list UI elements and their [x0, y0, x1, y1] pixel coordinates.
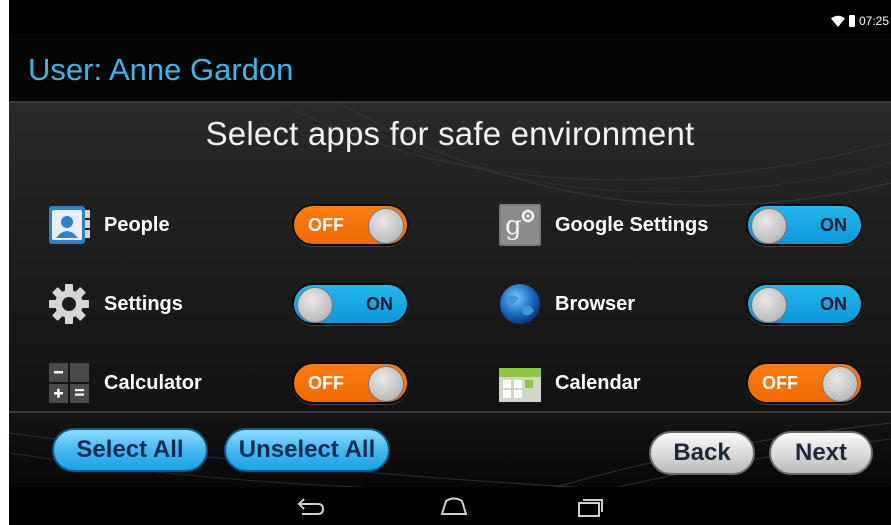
toggle-knob	[751, 287, 787, 323]
toggle-browser[interactable]: ON	[746, 283, 863, 325]
status-indicators: 07:25	[830, 14, 889, 28]
svg-text:g: g	[505, 211, 522, 241]
recents-icon[interactable]	[575, 495, 605, 517]
header: User: Anne Gardon	[9, 34, 891, 103]
toggle-knob	[751, 208, 787, 244]
toggle-settings[interactable]: ON	[292, 283, 409, 325]
toggle-state-label: OFF	[308, 373, 344, 393]
toggle-calendar[interactable]: OFF	[746, 362, 863, 404]
toggle-people[interactable]: OFF	[292, 204, 409, 246]
battery-icon	[848, 15, 855, 27]
toggle-state-label: ON	[366, 294, 393, 314]
panel-title: Select apps for safe environment	[205, 115, 695, 152]
app-label-calendar: Calendar	[555, 371, 641, 394]
app-label-people: People	[104, 213, 170, 236]
app-row-calendar: Calendar	[497, 358, 641, 408]
people-icon	[46, 202, 92, 248]
app-row-settings: Settings	[46, 279, 183, 329]
app-label-calculator: Calculator	[104, 371, 202, 394]
app-label-google-settings: Google Settings	[555, 213, 709, 236]
screen: 07:25 User: Anne Gardon Select apps for …	[9, 10, 891, 525]
toggle-state-label: ON	[820, 215, 847, 235]
action-bar: Select All Unselect All Back Next	[9, 411, 891, 487]
select-all-button[interactable]: Select All	[52, 428, 208, 472]
status-time: 07:25	[858, 14, 889, 28]
app-row-people: People	[46, 200, 170, 250]
app-row-calculator: Calculator	[46, 358, 202, 408]
app-row-browser: Browser	[497, 279, 635, 329]
toggle-knob	[368, 208, 404, 244]
unselect-all-button[interactable]: Unselect All	[224, 428, 390, 472]
toggle-knob	[297, 287, 333, 323]
calendar-icon	[497, 360, 543, 406]
toggle-state-label: ON	[820, 294, 847, 314]
google-settings-icon: g	[497, 202, 543, 248]
next-button[interactable]: Next	[769, 431, 873, 475]
toggle-knob	[368, 366, 404, 402]
back-icon[interactable]	[296, 495, 326, 517]
calculator-icon	[46, 360, 92, 406]
user-title: User: Anne Gardon	[28, 52, 294, 87]
app-selection-panel: Select apps for safe environment People …	[9, 103, 891, 411]
back-button[interactable]: Back	[649, 431, 755, 475]
toggle-state-label: OFF	[308, 215, 344, 235]
toggle-state-label: OFF	[762, 373, 798, 393]
toggle-google-settings[interactable]: ON	[746, 204, 863, 246]
globe-icon	[497, 281, 543, 327]
app-label-browser: Browser	[555, 292, 636, 315]
app-label-settings: Settings	[104, 292, 183, 315]
toggle-knob	[822, 366, 858, 402]
toggle-calculator[interactable]: OFF	[292, 362, 409, 404]
system-nav-bar	[9, 487, 891, 525]
home-icon[interactable]	[439, 495, 469, 517]
gear-icon	[46, 281, 92, 327]
device-frame	[0, 0, 9, 525]
status-bar: 07:25	[9, 10, 891, 34]
wifi-icon	[830, 15, 845, 27]
app-row-google-settings: g Google Settings	[497, 200, 708, 250]
